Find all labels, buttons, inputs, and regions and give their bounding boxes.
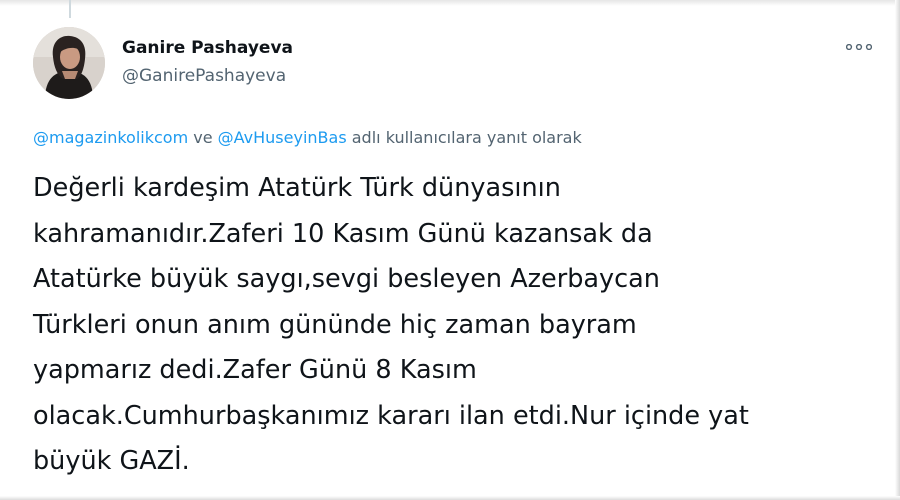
mention-link-avhuseyinbas[interactable]: @AvHuseyinBas — [218, 128, 347, 147]
tweet-text-line: Atatürke büyük saygı,sevgi besleyen Azer… — [33, 264, 660, 294]
mention-link-magazinkolikcom[interactable]: @magazinkolikcom — [33, 128, 188, 147]
author-handle[interactable]: @GanirePashayeva — [122, 66, 293, 86]
tweet-text-line: olacak.Cumhurbaşkanımız kararı ilan etdi… — [33, 400, 749, 431]
tweet-text-line: kahramanıdır.Zaferi 10 Kasım Günü kazans… — [33, 218, 653, 249]
tweet-text-line: büyük GAZİ. — [33, 446, 190, 476]
tweet-text-line: Değerli kardeşim Atatürk Türk dünyasının — [33, 173, 561, 203]
thread-connector-line — [69, 0, 71, 18]
tweet-author: Ganire Pashayeva @GanirePashayeva — [122, 38, 293, 86]
top-edge-shadow — [0, 0, 900, 6]
tweet-text-line: yapmarız dedi.Zafer Günü 8 Kasım — [33, 355, 477, 385]
more-options-button[interactable] — [844, 36, 874, 58]
reply-context: @magazinkolikcom ve @AvHuseyinBas adlı k… — [33, 128, 582, 147]
bottom-edge-shadow — [0, 496, 900, 500]
tweet-text-line: Türkleri onun anım gününde hiç zaman bay… — [33, 309, 637, 340]
profile-photo-icon — [33, 27, 105, 99]
more-dots-icon — [846, 44, 872, 50]
tweet-text: Değerli kardeşim Atatürk Türk dünyasının… — [33, 166, 878, 485]
reply-connector: ve — [193, 128, 213, 147]
author-display-name[interactable]: Ganire Pashayeva — [122, 38, 293, 58]
avatar[interactable] — [33, 27, 105, 99]
reply-context-suffix: adlı kullanıcılara yanıt olarak — [351, 128, 582, 147]
right-edge-shadow — [895, 0, 900, 500]
